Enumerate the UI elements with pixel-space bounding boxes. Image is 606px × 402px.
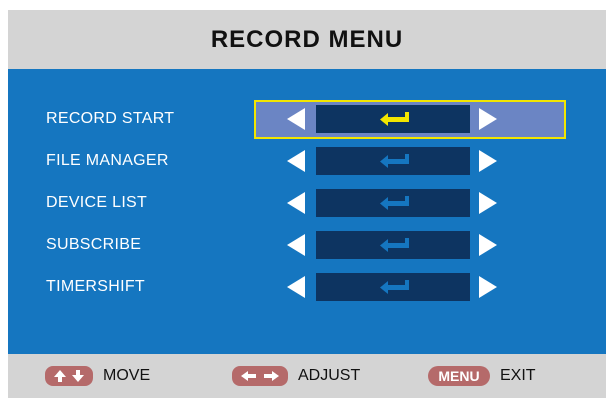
- arrow-right-icon[interactable]: [479, 150, 497, 172]
- enter-button[interactable]: [316, 273, 470, 301]
- menu-panel: RECORD START FILE MANAGER DEVICE LIST SU…: [8, 69, 606, 354]
- enter-icon: [380, 238, 409, 252]
- arrow-right-icon[interactable]: [479, 276, 497, 298]
- move-label: MOVE: [103, 367, 151, 384]
- arrow-left-icon[interactable]: [287, 150, 305, 172]
- enter-button[interactable]: [316, 231, 470, 259]
- enter-icon: [380, 196, 409, 210]
- option-selector[interactable]: [254, 100, 566, 139]
- menu-item-subscribe[interactable]: SUBSCRIBE: [8, 227, 606, 263]
- key-hints-bar: MOVE ADJUST MENU EXIT: [8, 354, 606, 398]
- arrow-left-icon[interactable]: [287, 234, 305, 256]
- menu-item-record-start[interactable]: RECORD START: [8, 100, 606, 139]
- menu-item-label: SUBSCRIBE: [46, 236, 142, 253]
- menu-title: RECORD MENU: [210, 25, 404, 53]
- up-down-arrows-icon: [45, 366, 93, 386]
- enter-icon: [380, 154, 409, 168]
- exit-hint: MENU EXIT: [428, 364, 536, 388]
- adjust-hint: ADJUST: [232, 364, 360, 388]
- left-right-arrows-icon: [232, 366, 288, 386]
- menu-key-badge: MENU: [428, 366, 490, 386]
- enter-button[interactable]: [316, 147, 470, 175]
- record-menu-window: RECORD MENU RECORD START FILE MANAGER DE…: [8, 10, 606, 398]
- option-selector[interactable]: [254, 227, 562, 263]
- enter-icon: [380, 280, 409, 294]
- menu-item-timershift[interactable]: TIMERSHIFT: [8, 269, 606, 305]
- move-hint: MOVE: [45, 364, 150, 388]
- menu-item-label: RECORD START: [46, 110, 175, 127]
- arrow-right-icon[interactable]: [479, 234, 497, 256]
- menu-item-file-manager[interactable]: FILE MANAGER: [8, 143, 606, 179]
- menu-item-device-list[interactable]: DEVICE LIST: [8, 185, 606, 221]
- exit-label: EXIT: [500, 367, 536, 384]
- arrow-right-icon[interactable]: [479, 108, 497, 130]
- menu-item-label: TIMERSHIFT: [46, 278, 145, 295]
- arrow-left-icon[interactable]: [287, 192, 305, 214]
- arrow-left-icon[interactable]: [287, 276, 305, 298]
- enter-button[interactable]: [316, 189, 470, 217]
- arrow-left-icon[interactable]: [287, 108, 305, 130]
- enter-icon: [380, 112, 409, 126]
- enter-button[interactable]: [316, 105, 470, 133]
- arrow-right-icon[interactable]: [479, 192, 497, 214]
- menu-item-label: FILE MANAGER: [46, 152, 169, 169]
- option-selector[interactable]: [254, 143, 562, 179]
- option-selector[interactable]: [254, 269, 562, 305]
- menu-item-label: DEVICE LIST: [46, 194, 148, 211]
- adjust-label: ADJUST: [298, 367, 361, 384]
- option-selector[interactable]: [254, 185, 562, 221]
